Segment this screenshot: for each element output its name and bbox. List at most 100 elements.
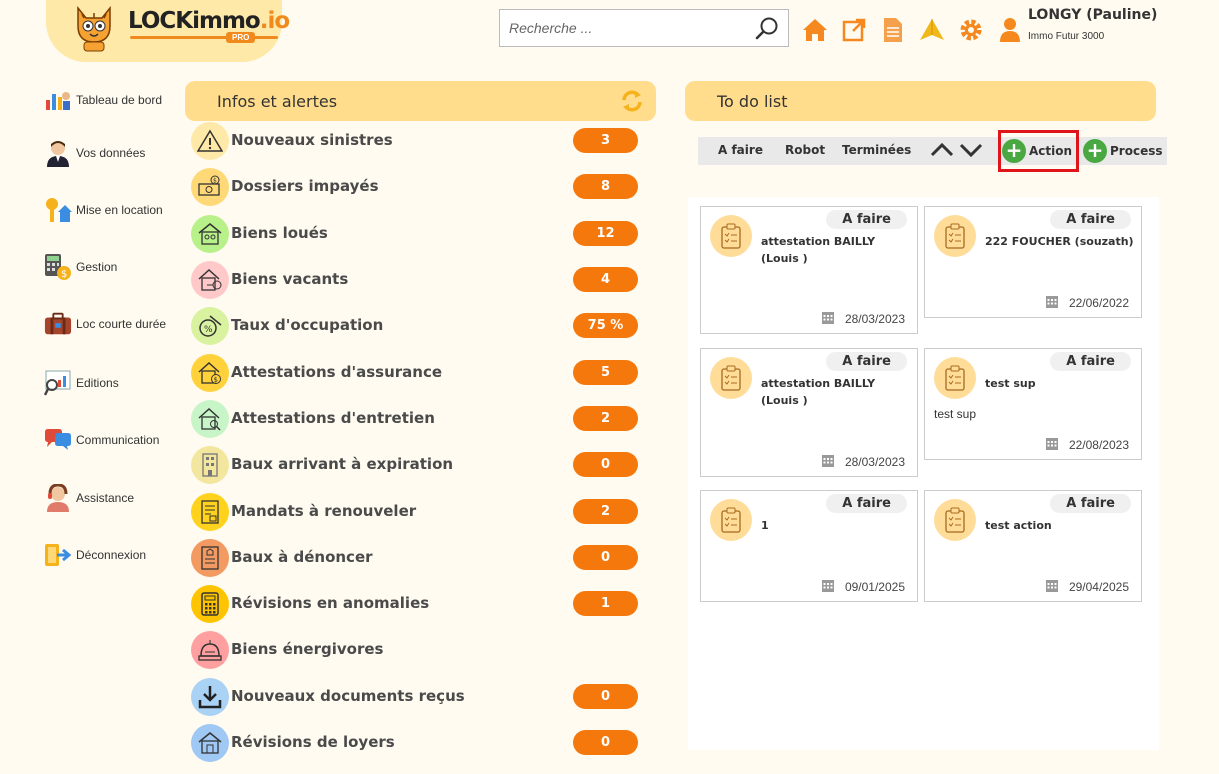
info-row[interactable]: Révisions de loyers 0 bbox=[190, 722, 645, 762]
calendar-icon bbox=[1045, 294, 1059, 312]
info-row[interactable]: Nouveaux documents reçus 0 bbox=[190, 676, 645, 716]
sidebar-item-editions[interactable]: Editions bbox=[44, 369, 119, 397]
count-badge[interactable]: 0 bbox=[573, 545, 638, 570]
sidebar-item-loc-courte-duree[interactable]: Loc courte durée bbox=[44, 310, 166, 338]
count-badge[interactable]: 5 bbox=[573, 360, 638, 385]
vacant-house-icon bbox=[191, 261, 229, 299]
todo-card[interactable]: A faire 1 09/01/2025 bbox=[700, 490, 918, 602]
info-row[interactable]: Baux arrivant à expiration 0 bbox=[190, 444, 645, 484]
rented-house-icon bbox=[191, 215, 229, 253]
logo[interactable]: LOCKimmo.io PRO bbox=[46, 0, 290, 62]
todo-card[interactable]: A faire 222 FOUCHER (souzath) 22/06/2022 bbox=[924, 206, 1142, 318]
paper-plane-icon[interactable] bbox=[919, 16, 945, 44]
external-link-icon[interactable] bbox=[841, 16, 867, 44]
info-label: Attestations d'entretien bbox=[231, 409, 435, 427]
logo-pro-badge: PRO bbox=[226, 32, 256, 43]
info-label: Nouveaux sinistres bbox=[231, 131, 393, 149]
count-badge[interactable]: 0 bbox=[573, 684, 638, 709]
count-badge[interactable]: 0 bbox=[573, 730, 638, 755]
tab-terminees[interactable]: Terminées bbox=[842, 143, 911, 157]
card-date: 29/04/2025 bbox=[1045, 578, 1129, 596]
clipboard-icon bbox=[710, 215, 752, 257]
user-name[interactable]: LONGY (Pauline) bbox=[1028, 7, 1157, 23]
calculator-icon bbox=[191, 585, 229, 623]
card-date-text: 09/01/2025 bbox=[844, 580, 905, 594]
add-process-button[interactable]: + Process bbox=[1083, 139, 1163, 163]
info-row[interactable]: Révisions en anomalies 1 bbox=[190, 583, 645, 623]
info-row[interactable]: Nouveaux sinistres 3 bbox=[190, 120, 645, 160]
card-title: test sup bbox=[985, 377, 1036, 390]
chat-bubbles-icon bbox=[44, 426, 72, 454]
user-icon[interactable] bbox=[997, 16, 1023, 44]
info-row[interactable]: $ Attestations d'assurance 5 bbox=[190, 352, 645, 392]
info-label: Attestations d'assurance bbox=[231, 363, 443, 381]
todo-card[interactable]: A faire attestation BAILLY (Louis ) 28/03/… bbox=[700, 206, 918, 334]
add-action-button[interactable]: + Action bbox=[1002, 139, 1072, 163]
sidebar-item-label: Editions bbox=[76, 376, 119, 390]
card-date: 22/06/2022 bbox=[1045, 294, 1129, 312]
chevron-up-icon[interactable] bbox=[930, 139, 954, 161]
clipboard-icon bbox=[934, 499, 976, 541]
info-row[interactable]: Attestations d'entretien 2 bbox=[190, 398, 645, 438]
sidebar-item-communication[interactable]: Communication bbox=[44, 426, 159, 454]
card-title: attestation BAILLY (Louis ) bbox=[761, 235, 876, 265]
sidebar-item-label: Loc courte durée bbox=[76, 317, 167, 331]
info-label: Biens loués bbox=[231, 224, 328, 242]
search-icon[interactable] bbox=[754, 16, 780, 42]
todo-card[interactable]: A faire test sup test sup 22/08/2023 bbox=[924, 348, 1142, 460]
tab-robot[interactable]: Robot bbox=[785, 143, 825, 157]
sidebar-item-assistance[interactable]: Assistance bbox=[44, 484, 134, 512]
count-badge[interactable]: 2 bbox=[573, 406, 638, 431]
info-row[interactable]: Biens vacants 4 bbox=[190, 259, 645, 299]
sidebar-item-label: Vos données bbox=[76, 146, 146, 160]
todo-card[interactable]: A faire test action 29/04/2025 bbox=[924, 490, 1142, 602]
sidebar-item-vos-donnees[interactable]: Vos données bbox=[44, 139, 145, 167]
card-date: 28/03/2023 bbox=[821, 310, 905, 328]
home-icon[interactable] bbox=[802, 16, 828, 44]
info-label: Dossiers impayés bbox=[231, 177, 379, 195]
clipboard-icon bbox=[934, 357, 976, 399]
count-badge[interactable]: 0 bbox=[573, 452, 638, 477]
unpaid-icon: $ bbox=[191, 168, 229, 206]
gear-icon[interactable] bbox=[958, 16, 984, 44]
refresh-icon[interactable] bbox=[620, 89, 644, 113]
search-input[interactable] bbox=[500, 10, 745, 46]
info-row[interactable]: $ Dossiers impayés 8 bbox=[190, 166, 645, 206]
tab-a-faire[interactable]: A faire bbox=[718, 143, 763, 157]
logout-icon bbox=[44, 541, 72, 569]
info-row[interactable]: Baux à dénoncer 0 bbox=[190, 537, 645, 577]
chevron-down-icon[interactable] bbox=[959, 139, 983, 161]
add-action-label: Action bbox=[1029, 144, 1073, 158]
sidebar-item-label: Gestion bbox=[76, 260, 118, 274]
info-row[interactable]: % Taux d'occupation 75 % bbox=[190, 305, 645, 345]
card-title: 1 bbox=[761, 519, 769, 532]
sidebar-item-tableau-de-bord[interactable]: Tableau de bord bbox=[44, 86, 162, 114]
card-title: test action bbox=[985, 519, 1052, 532]
count-badge[interactable]: 3 bbox=[573, 128, 638, 153]
info-label: Biens vacants bbox=[231, 270, 349, 288]
logo-underline bbox=[130, 36, 278, 39]
sidebar-item-mise-en-location[interactable]: Mise en location bbox=[44, 196, 163, 224]
count-badge[interactable]: 2 bbox=[573, 499, 638, 524]
sidebar-item-deconnexion[interactable]: Déconnexion bbox=[44, 541, 146, 569]
document-icon[interactable] bbox=[880, 16, 906, 44]
status-badge: A faire bbox=[826, 352, 907, 371]
info-row[interactable]: Biens énergivores bbox=[190, 629, 645, 669]
todo-card[interactable]: A faire attestation BAILLY (Louis ) 28/03/… bbox=[700, 348, 918, 477]
calculator-money-icon: $ bbox=[44, 253, 72, 281]
count-badge[interactable]: 4 bbox=[573, 267, 638, 292]
status-badge: A faire bbox=[1050, 210, 1131, 229]
info-row[interactable]: Mandats à renouveler 2 bbox=[190, 491, 645, 531]
dashboard-icon bbox=[44, 86, 72, 114]
infos-title: Infos et alertes bbox=[217, 91, 338, 111]
sidebar-item-gestion[interactable]: $ Gestion bbox=[44, 253, 117, 281]
count-badge[interactable]: 75 % bbox=[573, 313, 638, 338]
count-badge[interactable]: 8 bbox=[573, 174, 638, 199]
info-row[interactable]: Biens loués 12 bbox=[190, 213, 645, 253]
sidebar-item-label: Communication bbox=[76, 433, 160, 447]
card-title: attestation BAILLY (Louis ) bbox=[761, 377, 876, 407]
count-badge[interactable]: 12 bbox=[573, 221, 638, 246]
user-company: Immo Futur 3000 bbox=[1028, 31, 1105, 42]
clipboard-icon bbox=[934, 215, 976, 257]
count-badge[interactable]: 1 bbox=[573, 591, 638, 616]
